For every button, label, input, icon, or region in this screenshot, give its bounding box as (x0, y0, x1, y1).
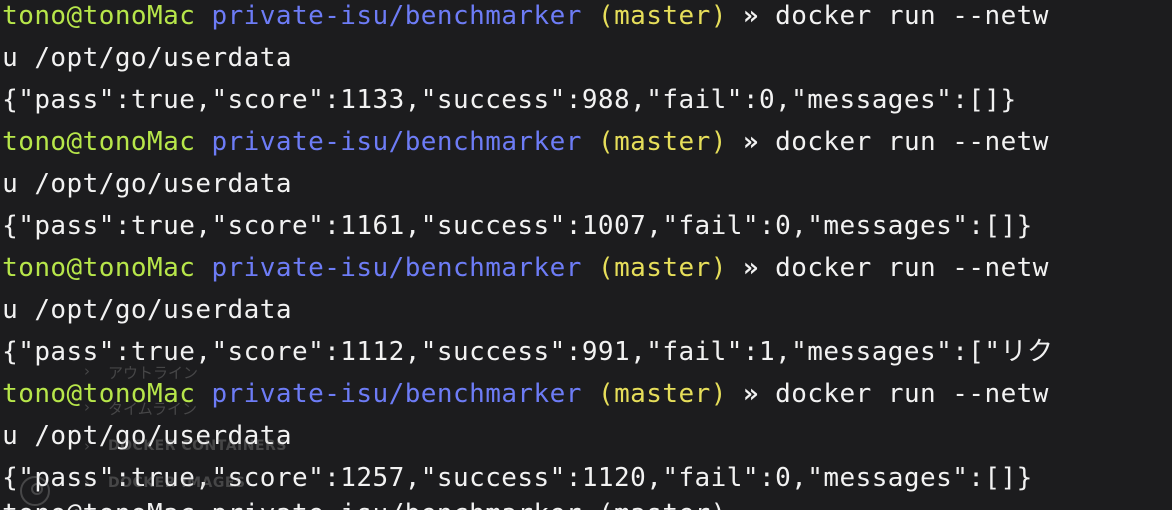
result-line: {"pass":true,"score":1161,"success":1007… (0, 206, 1033, 246)
continuation-line: ❯u /opt/go/userdata (0, 38, 292, 78)
prompt-line: ❯tono@tonoMac private-isu/benchmarker (m… (0, 122, 1049, 162)
prompt-user: tono@tonoMac (2, 127, 196, 157)
continuation-line: u /opt/go/userdata (0, 416, 292, 456)
continuation-text: u /opt/go/userdata (2, 295, 292, 325)
prompt-line: ❯tono@tonoMac private-isu/benchmarker (m… (0, 374, 1049, 414)
prompt-path: private-isu/benchmarker (211, 127, 582, 157)
prompt-line: ❯tono@tonoMac private-isu/benchmarker (m… (0, 248, 1049, 288)
prompt-command: docker run --netw (775, 379, 1049, 409)
prompt-separator: » (742, 127, 760, 157)
partial-prompt-line: tono@tonoMac private-isu/benchmarker (ma… (0, 494, 727, 510)
prompt-branch: (master) (597, 379, 727, 409)
result-line: {"pass":true,"score":1257,"success":1120… (0, 458, 1033, 498)
continuation-line: ❯u /opt/go/userdata (0, 164, 292, 204)
prompt-path: private-isu/benchmarker (211, 253, 582, 283)
prompt-command: docker run --netw (775, 253, 1049, 283)
prompt-separator: » (742, 253, 760, 283)
account-icon (20, 476, 50, 506)
continuation-text: u /opt/go/userdata (2, 43, 292, 73)
prompt-command: docker run --netw (775, 1, 1049, 31)
prompt-branch: (master) (597, 1, 727, 31)
continuation-text: u /opt/go/userdata (2, 169, 292, 199)
prompt-branch: (master) (597, 253, 727, 283)
continuation-text: u /opt/go/userdata (2, 421, 292, 451)
prompt-separator: » (742, 379, 760, 409)
prompt-command: docker run --netw (775, 127, 1049, 157)
prompt-branch: (master) (597, 127, 727, 157)
chevron-right-icon: › (84, 362, 90, 380)
prompt-separator: » (742, 1, 760, 31)
result-line: {"pass":true,"score":1133,"success":988,… (0, 80, 1017, 120)
prompt-user: tono@tonoMac (2, 1, 196, 31)
prompt-path: private-isu/benchmarker (211, 379, 582, 409)
result-text: {"pass":true,"score":1133,"success":988,… (2, 85, 1017, 115)
result-text: {"pass":true,"score":1161,"success":1007… (2, 211, 1033, 241)
continuation-line: u /opt/go/userdata (0, 290, 292, 330)
prompt-path: private-isu/benchmarker (211, 1, 582, 31)
prompt-line: ❯tono@tonoMac private-isu/benchmarker (m… (0, 0, 1049, 36)
result-line: {"pass":true,"score":1112,"success":991,… (0, 332, 1053, 372)
chevron-right-icon: › (84, 398, 90, 416)
prompt-user: tono@tonoMac (2, 253, 196, 283)
terminal-window[interactable]: ❯tono@tonoMac private-isu/benchmarker (m… (0, 0, 1172, 510)
result-text: {"pass":true,"score":1257,"success":1120… (2, 463, 1033, 493)
prompt-user: tono@tonoMac (2, 379, 196, 409)
chevron-right-icon: › (84, 437, 90, 455)
chevron-right-icon: › (84, 474, 90, 492)
result-text: {"pass":true,"score":1112,"success":991,… (2, 337, 1054, 367)
partial-prompt-text: tono@tonoMac private-isu/benchmarker (ma… (2, 499, 727, 510)
